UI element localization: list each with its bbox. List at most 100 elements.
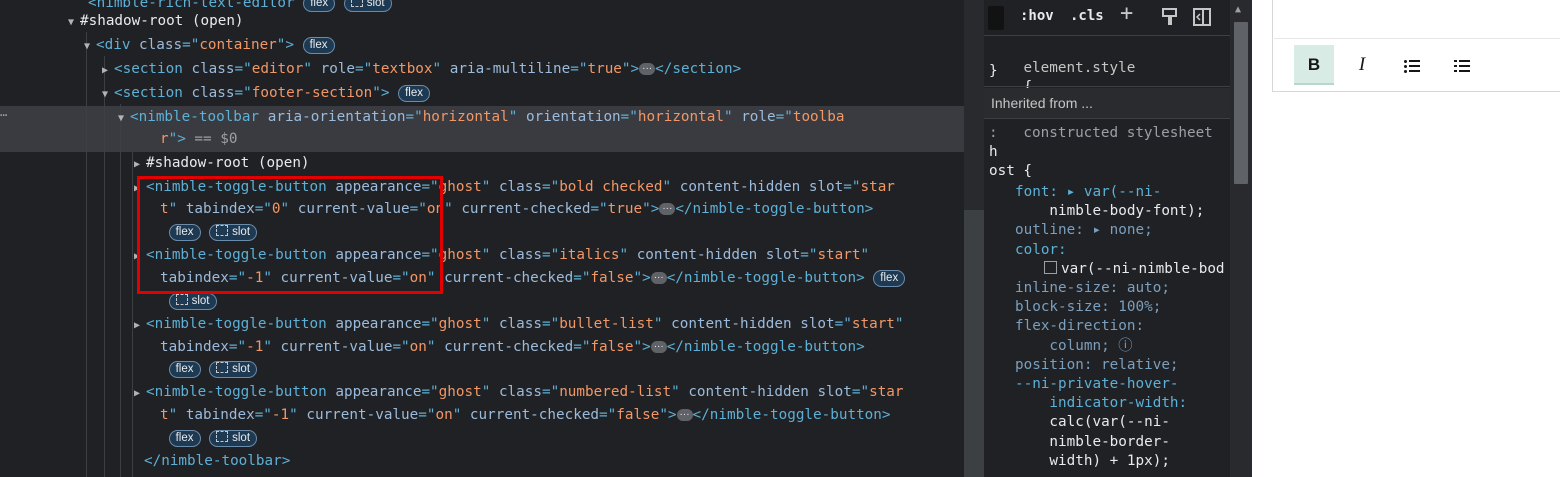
code-token: "> — [621, 61, 640, 77]
code-token: false — [590, 270, 634, 286]
slot-icon — [175, 294, 188, 305]
collapse-triangle-icon[interactable]: ▼ — [84, 36, 96, 58]
color-swatch-icon[interactable] — [1044, 260, 1057, 274]
ellipsis-expand-icon[interactable]: ··· — [676, 409, 693, 421]
constructed-stylesheet-link[interactable]: : constructed stylesheet — [989, 124, 1213, 143]
styles-scrollbar-thumb[interactable] — [1234, 22, 1248, 184]
slot-badge[interactable]: slot — [209, 430, 258, 447]
more-dots-icon[interactable]: ⋯ — [0, 108, 7, 122]
code-token: <nimble-toggle-button — [146, 384, 336, 400]
paint-brush-icon[interactable] — [1161, 8, 1179, 30]
code-token: =" — [541, 247, 560, 263]
slot-badge[interactable]: slot — [343, 0, 392, 12]
slot-badge[interactable]: slot — [209, 361, 258, 378]
code-token: appearance — [335, 316, 422, 332]
css-declaration[interactable]: nimble-border- — [1015, 433, 1170, 452]
styles-toolbar: :hov .cls + — [984, 0, 1230, 36]
collapse-triangle-icon[interactable]: ▼ — [68, 12, 80, 34]
css-declaration[interactable]: width) + 1px); — [1015, 452, 1170, 471]
code-token: </nimble-toggle-button> — [666, 270, 865, 286]
css-declaration[interactable]: indicator-width: — [1015, 394, 1187, 413]
dom-node-line[interactable]: r"> == $0 — [160, 128, 237, 150]
code-token: =" — [355, 61, 373, 77]
dom-node-line[interactable]: ▶ <nimble-toggle-button appearance="ghost… — [134, 313, 904, 337]
dom-node-line[interactable]: flex slot — [160, 358, 258, 380]
expand-triangle-icon[interactable]: ▶ — [134, 315, 146, 337]
numbered-list-button[interactable] — [1442, 45, 1482, 85]
cls-toggle[interactable]: .cls — [1070, 8, 1104, 24]
ellipsis-expand-icon[interactable]: ··· — [650, 272, 667, 284]
code-token: " — [168, 407, 186, 423]
css-declaration[interactable]: flex-direction: — [1015, 317, 1144, 336]
dom-node-line[interactable]: ▼ #shadow-root (open) — [68, 10, 244, 34]
expand-triangle-icon[interactable]: ▶ — [102, 60, 114, 82]
scroll-up-arrow-icon[interactable]: ▲ — [1235, 4, 1241, 15]
ellipsis-expand-icon[interactable]: ··· — [659, 203, 676, 215]
ellipsis-expand-icon[interactable]: ··· — [650, 341, 667, 353]
collapse-triangle-icon[interactable]: ▼ — [118, 108, 130, 130]
dom-node-line[interactable]: ▶ <nimble-toggle-button appearance="ghost… — [134, 381, 904, 405]
new-style-rule-icon[interactable]: + — [1120, 3, 1133, 25]
dom-node-line[interactable]: flex slot — [160, 427, 258, 449]
code-token: horizontal — [637, 109, 724, 125]
code-token: class — [191, 85, 235, 101]
flex-badge[interactable]: flex — [302, 37, 335, 54]
css-declaration[interactable]: font: ▸ var(--ni- — [1015, 183, 1161, 202]
css-declaration[interactable]: column; ⓘ — [1015, 337, 1132, 356]
dom-node-line[interactable]: ▼ <nimble-toolbar aria-orientation="horiz… — [118, 106, 845, 130]
code-token: <div — [96, 37, 140, 53]
slot-badge[interactable]: slot — [168, 293, 217, 310]
toggle-sidebar-icon[interactable] — [1193, 8, 1211, 30]
css-declaration[interactable]: outline: ▸ none; — [1015, 221, 1153, 240]
css-declaration[interactable]: block-size: 100%; — [1015, 298, 1161, 317]
inherited-from-header: Inherited from ... — [984, 88, 1230, 118]
code-token: class — [498, 384, 542, 400]
code-token: =" — [541, 179, 560, 195]
elements-scrollbar-thumb[interactable] — [964, 210, 984, 477]
code-token: " — [653, 316, 672, 332]
code-token: t — [160, 407, 169, 423]
code-token: "> — [372, 85, 390, 101]
code-token: italics — [559, 247, 620, 263]
dom-node-line[interactable]: t" tabindex="-1" current-value="on" curr… — [160, 404, 891, 426]
dom-node-line[interactable]: ▼ <div class="container"> flex — [84, 34, 335, 58]
code-token: #shadow-root (open) — [146, 155, 310, 171]
dom-node-line[interactable]: ▶ #shadow-root (open) — [134, 152, 310, 176]
css-declaration[interactable]: var(--ni-nimble-bod — [1044, 260, 1225, 279]
code-token: =" — [392, 339, 410, 355]
flex-badge[interactable]: flex — [168, 361, 201, 378]
code-token: =" — [570, 61, 588, 77]
code-token: =" — [834, 316, 852, 332]
collapse-triangle-icon[interactable]: ▼ — [102, 84, 114, 106]
flex-badge[interactable]: flex — [398, 85, 430, 102]
expand-triangle-icon[interactable]: ▶ — [134, 154, 146, 176]
css-declaration[interactable]: calc(var(--ni- — [1015, 413, 1170, 432]
css-declaration[interactable]: inline-size: auto; — [1015, 279, 1170, 298]
code-token: =" — [851, 384, 870, 400]
bullet-list-button[interactable] — [1392, 45, 1432, 85]
elements-panel: <nimble-rich-text-editor flex slot ▼ #shad… — [0, 0, 964, 477]
css-declaration[interactable]: --ni-private-hover- — [1015, 375, 1179, 394]
dom-node-line[interactable]: ▶ <section class="editor" role="textbox" … — [102, 58, 741, 82]
dom-node-line[interactable]: </nimble-toolbar> — [144, 450, 290, 472]
flex-badge[interactable]: flex — [303, 0, 336, 12]
css-declaration[interactable]: color: — [1015, 241, 1067, 260]
css-declaration[interactable]: nimble-body-font); — [1015, 202, 1204, 221]
flex-badge[interactable]: flex — [168, 430, 201, 447]
ellipsis-expand-icon[interactable]: ··· — [639, 63, 656, 75]
italic-button[interactable]: I — [1342, 45, 1382, 85]
bold-button[interactable]: B — [1294, 45, 1334, 85]
code-token: =" — [541, 316, 560, 332]
dom-node-line[interactable]: tabindex="-1" current-value="on" current… — [160, 336, 865, 358]
css-declaration[interactable]: position: relative; — [1015, 356, 1179, 375]
code-token: " — [894, 316, 904, 332]
dom-node-line[interactable]: ▼ <section class="footer-section"> flex — [102, 82, 430, 106]
code-token: class — [498, 179, 542, 195]
hov-toggle[interactable]: :hov — [1020, 8, 1054, 24]
code-token: " — [432, 61, 450, 77]
flex-badge[interactable]: flex — [873, 270, 906, 287]
filter-input[interactable] — [988, 6, 1004, 30]
pane-gap — [1252, 0, 1272, 477]
expand-triangle-icon[interactable]: ▶ — [134, 383, 146, 405]
code-token: start — [817, 247, 861, 263]
